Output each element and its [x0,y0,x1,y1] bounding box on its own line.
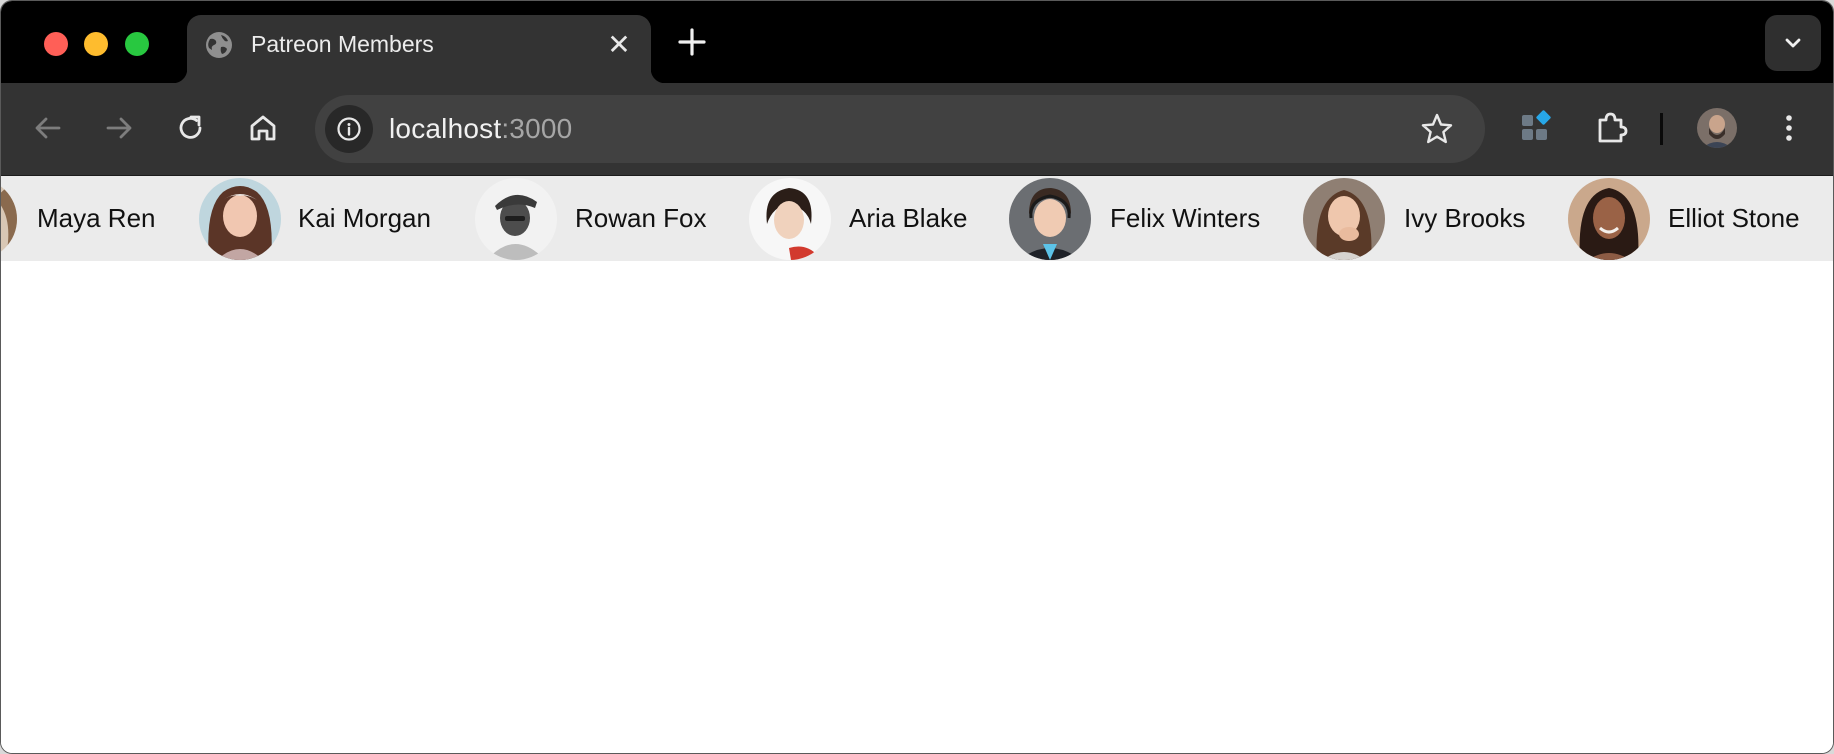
url-port: :3000 [501,113,573,144]
member-name: Kai Morgan [298,203,431,233]
bookmark-star-icon[interactable] [1419,111,1455,147]
member-name: Rowan Fox [575,203,707,233]
close-window-button[interactable] [44,32,68,56]
member-avatar [1303,178,1385,260]
member-name: Elliot Stone [1668,203,1800,233]
info-icon [337,117,361,141]
member-avatar [1568,178,1650,260]
member-avatar [475,178,557,260]
new-tab-plus-icon[interactable] [675,25,709,59]
tab-patreon-members[interactable]: Patreon Members ✕ [173,15,665,83]
address-bar[interactable]: localhost:3000 [315,95,1485,163]
browser-window: Patreon Members ✕ localhost:3000 Maya Re… [0,0,1834,754]
browser-toolbar: localhost:3000 [1,83,1833,176]
tab-title: Patreon Members [251,31,434,57]
page-content [1,261,1833,753]
member-name: Felix Winters [1110,203,1261,233]
tab-close-icon[interactable]: ✕ [605,31,633,59]
back-arrow-icon[interactable] [28,108,68,148]
chevron-down-icon [1785,38,1801,48]
member-avatar [749,178,831,260]
members-carousel: Maya Ren Kai Morgan Rowan Fox Aria Blake… [1,176,1833,261]
member-avatar [1009,178,1091,260]
forward-arrow-icon[interactable] [99,108,139,148]
url-text[interactable]: localhost:3000 [389,113,572,145]
site-info-button[interactable] [325,105,373,153]
member-name: Maya Ren [37,203,156,233]
minimize-window-button[interactable] [84,32,108,56]
profile-photo [1697,108,1737,148]
member-avatar [199,178,281,260]
member-name: Ivy Brooks [1404,203,1526,233]
profile-avatar[interactable] [1697,108,1737,148]
reload-icon[interactable] [171,108,211,148]
member-avatar [1,178,17,260]
apps-extension-icon[interactable] [1517,108,1557,148]
tab-strip: Patreon Members ✕ [1,1,1833,83]
maximize-window-button[interactable] [125,32,149,56]
puzzle-icon[interactable] [1591,108,1631,148]
url-host: localhost [389,113,502,144]
toolbar-divider [1660,113,1663,145]
tab-search-button[interactable] [1765,15,1821,71]
kebab-menu-icon[interactable] [1769,108,1809,148]
home-icon[interactable] [243,108,283,148]
member-name: Aria Blake [849,203,968,233]
globe-icon [206,32,232,58]
